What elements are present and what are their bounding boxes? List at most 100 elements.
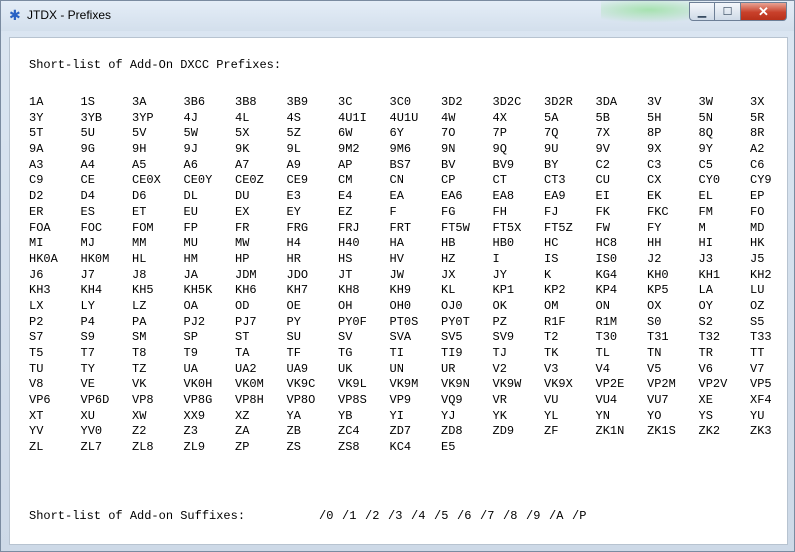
prefix-item: HL [132, 251, 147, 266]
prefix-item: KH8 [338, 283, 360, 298]
prefix-item: PY [286, 314, 301, 329]
prefix-item: 9M6 [389, 142, 412, 157]
title-bar[interactable]: ✱ JTDX - Prefixes ▁ ☐ ✕ [1, 1, 794, 31]
prefix-item: 9L [286, 142, 301, 157]
prefix-item: HM [183, 251, 198, 266]
prefix-item: HC [544, 236, 559, 251]
prefix-item: FK [595, 204, 610, 219]
prefix-item: MJ [80, 236, 95, 251]
prefix-item: VE [80, 377, 95, 392]
prefix-item: EA6 [441, 189, 463, 204]
prefix-item: Z3 [183, 424, 198, 439]
maximize-icon: ☐ [722, 6, 733, 18]
prefix-item: R1F [544, 314, 566, 329]
prefix-item: T2 [544, 330, 559, 345]
prefix-item: UK [338, 361, 353, 376]
prefix-item: TZ [132, 361, 147, 376]
prefix-item: EZ [338, 204, 353, 219]
prefix-item: HV [389, 251, 404, 266]
prefix-item: T33 [750, 330, 772, 345]
prefix-item: KL [441, 283, 456, 298]
prefix-item: KH5 [132, 283, 154, 298]
prefix-item: OZ [750, 298, 765, 313]
prefix-item: D2 [29, 189, 44, 204]
prefix-item: 3D2 [441, 95, 463, 109]
prefix-item: C2 [595, 157, 610, 172]
prefix-item: LZ [132, 298, 147, 313]
prefix-item: PY0T [441, 314, 470, 329]
prefix-item: J3 [698, 251, 713, 266]
window-title: JTDX - Prefixes [27, 8, 112, 22]
prefix-item: YJ [441, 408, 456, 423]
prefix-item: D4 [80, 189, 95, 204]
prefix-item: A6 [183, 157, 198, 172]
prefix-item: JT [338, 267, 353, 282]
prefix-item: 4J [183, 110, 198, 125]
prefix-item: 3B8 [235, 95, 257, 109]
maximize-button[interactable]: ☐ [715, 2, 741, 21]
prefix-item: FG [441, 204, 456, 219]
prefix-item: KH5K [183, 283, 213, 298]
caption-buttons: ▁ ☐ ✕ [689, 2, 787, 22]
prefix-item: ZL7 [80, 440, 103, 455]
prefix-item: 5N [698, 110, 713, 125]
prefix-grid: 1A 1S 3A 3B6 3B8 3B9 3C 3C0 3D2 3D2C 3D2R 3DA 3V 3W 3X… [29, 95, 789, 456]
prefix-item: 7Q [544, 126, 559, 141]
prefix-item: OA [183, 298, 198, 313]
prefix-item: UA9 [286, 361, 309, 376]
prefix-item: VU7 [647, 393, 669, 408]
prefix-item: KH2 [750, 267, 772, 282]
prefix-item: XZ [235, 408, 250, 423]
prefix-item: KP4 [595, 283, 618, 298]
prefix-item: SV5 [441, 330, 463, 345]
prefix-item: VP2M [647, 377, 676, 392]
prefix-item: KH0 [647, 267, 669, 282]
prefix-item: 9H [132, 142, 147, 157]
prefix-item: OM [544, 298, 559, 313]
suffix-item: /6 [457, 509, 472, 523]
prefix-item: HI [698, 236, 713, 251]
prefix-item: FT5Z [544, 220, 573, 235]
prefix-item: FOA [29, 220, 51, 235]
prefix-item: VP8H [235, 393, 264, 408]
prefix-item: TN [647, 346, 662, 360]
prefix-item: ZD8 [441, 424, 463, 439]
prefix-item: VP8G [183, 393, 213, 408]
suffix-heading: Short-list of Add-on Suffixes: [29, 509, 246, 523]
prefix-item: 3B9 [286, 95, 309, 109]
prefix-item: S2 [698, 314, 713, 329]
prefix-item: 3DA [595, 95, 618, 109]
prefix-item: 9Q [492, 142, 507, 157]
prefix-item: FM [698, 204, 713, 219]
prefix-item: OY [698, 298, 713, 313]
prefix-item: VK0M [235, 377, 264, 392]
prefix-item: VK9M [389, 377, 419, 392]
prefix-item: FRG [286, 220, 309, 235]
prefix-item: VP9 [389, 393, 412, 408]
prefix-item: CE0X [132, 173, 161, 188]
prefixes-text-area[interactable]: Short-list of Add-On DXCC Prefixes: 1A 1S… [9, 37, 788, 545]
prefix-item: TA [235, 346, 250, 360]
prefix-item: T31 [647, 330, 669, 345]
minimize-button[interactable]: ▁ [689, 2, 715, 21]
suffix-item: /9 [526, 509, 541, 523]
prefix-item: UN [389, 361, 404, 376]
prefix-item: VP6D [80, 393, 110, 408]
prefix-item: XX9 [183, 408, 206, 423]
prefix-item: YA [286, 408, 301, 423]
prefix-item: CE9 [286, 173, 309, 188]
close-button[interactable]: ✕ [741, 2, 787, 21]
prefix-item: 3A [132, 95, 147, 109]
prefix-item: TT [750, 346, 765, 360]
suffix-item: /P [572, 509, 587, 523]
prefix-item: SVA [389, 330, 412, 345]
prefix-item: VP5 [750, 377, 772, 392]
prefix-item: J6 [29, 267, 44, 282]
prefix-item: CE [80, 173, 95, 188]
prefix-item: T30 [595, 330, 618, 345]
prefix-item: A7 [235, 157, 250, 172]
prefix-item: DU [235, 189, 250, 204]
prefix-item: HC8 [595, 236, 618, 251]
suffix-item: /2 [365, 509, 380, 523]
prefix-item: VK9X [544, 377, 573, 392]
